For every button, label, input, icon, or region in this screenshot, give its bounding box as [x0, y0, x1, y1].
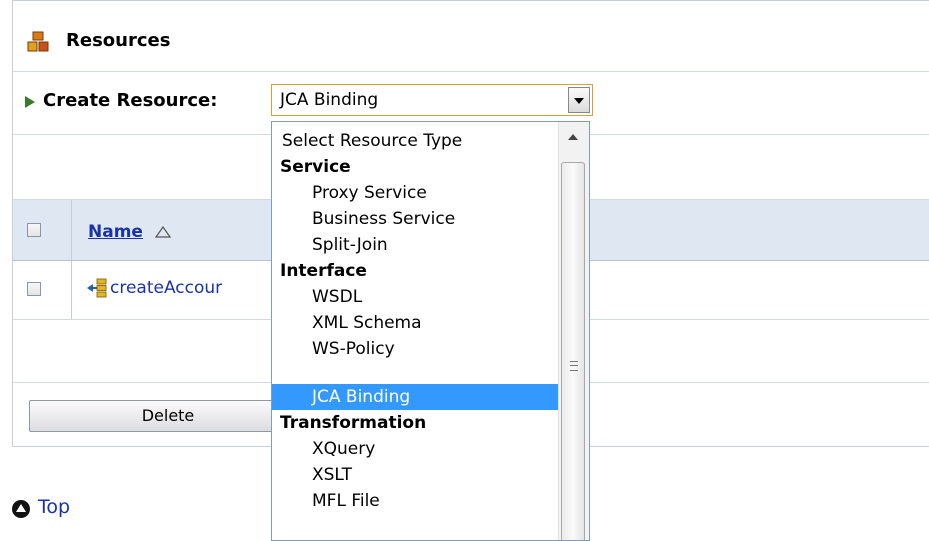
optgroup-interface: Interface [280, 261, 367, 281]
option-mfl-file[interactable]: MFL File [272, 488, 589, 514]
grip-icon [570, 361, 578, 371]
sort-ascending-icon[interactable] [155, 226, 171, 238]
resource-name-link[interactable]: createAccour [110, 278, 222, 298]
dropdown-scrollbar[interactable] [558, 122, 589, 540]
column-divider [71, 200, 72, 260]
expand-triangle-icon[interactable] [25, 96, 35, 108]
top-link-label[interactable]: Top [38, 496, 70, 518]
arrow-up-circle-icon[interactable] [12, 500, 30, 518]
resource-type-select[interactable]: JCA Binding [271, 84, 593, 116]
delete-button[interactable]: Delete [29, 400, 307, 432]
option-split-join[interactable]: Split-Join [272, 232, 589, 258]
resources-title: Resources [66, 30, 171, 51]
create-resource-label: Create Resource: [43, 90, 218, 111]
option-business-service[interactable]: Business Service [272, 206, 589, 232]
column-divider [71, 261, 72, 319]
option-xquery[interactable]: XQuery [272, 436, 589, 462]
resources-icon [27, 31, 49, 52]
option-proxy-service[interactable]: Proxy Service [272, 180, 589, 206]
chevron-down-icon[interactable] [568, 87, 590, 113]
proxy-service-icon [87, 278, 107, 298]
select-all-checkbox[interactable] [27, 223, 41, 237]
resource-type-select-value: JCA Binding [280, 90, 379, 110]
scrollbar-thumb[interactable] [561, 162, 585, 540]
scroll-up-arrow-icon[interactable] [568, 134, 578, 140]
option-select-resource-type[interactable]: Select Resource Type [272, 128, 566, 154]
resource-type-dropdown-list[interactable]: Select Resource Type Service Proxy Servi… [271, 121, 590, 541]
optgroup-transformation: Transformation [280, 413, 427, 433]
row-checkbox[interactable] [27, 282, 41, 296]
optgroup-service: Service [280, 157, 351, 177]
name-column-header[interactable]: Name [88, 222, 143, 242]
option-wsdl[interactable]: WSDL [272, 284, 589, 310]
option-xslt[interactable]: XSLT [272, 462, 589, 488]
option-xml-schema[interactable]: XML Schema [272, 310, 589, 336]
resources-header: Resources [13, 1, 929, 72]
option-jca-binding[interactable]: JCA Binding [272, 384, 589, 410]
option-ws-policy[interactable]: WS-Policy [272, 336, 589, 362]
